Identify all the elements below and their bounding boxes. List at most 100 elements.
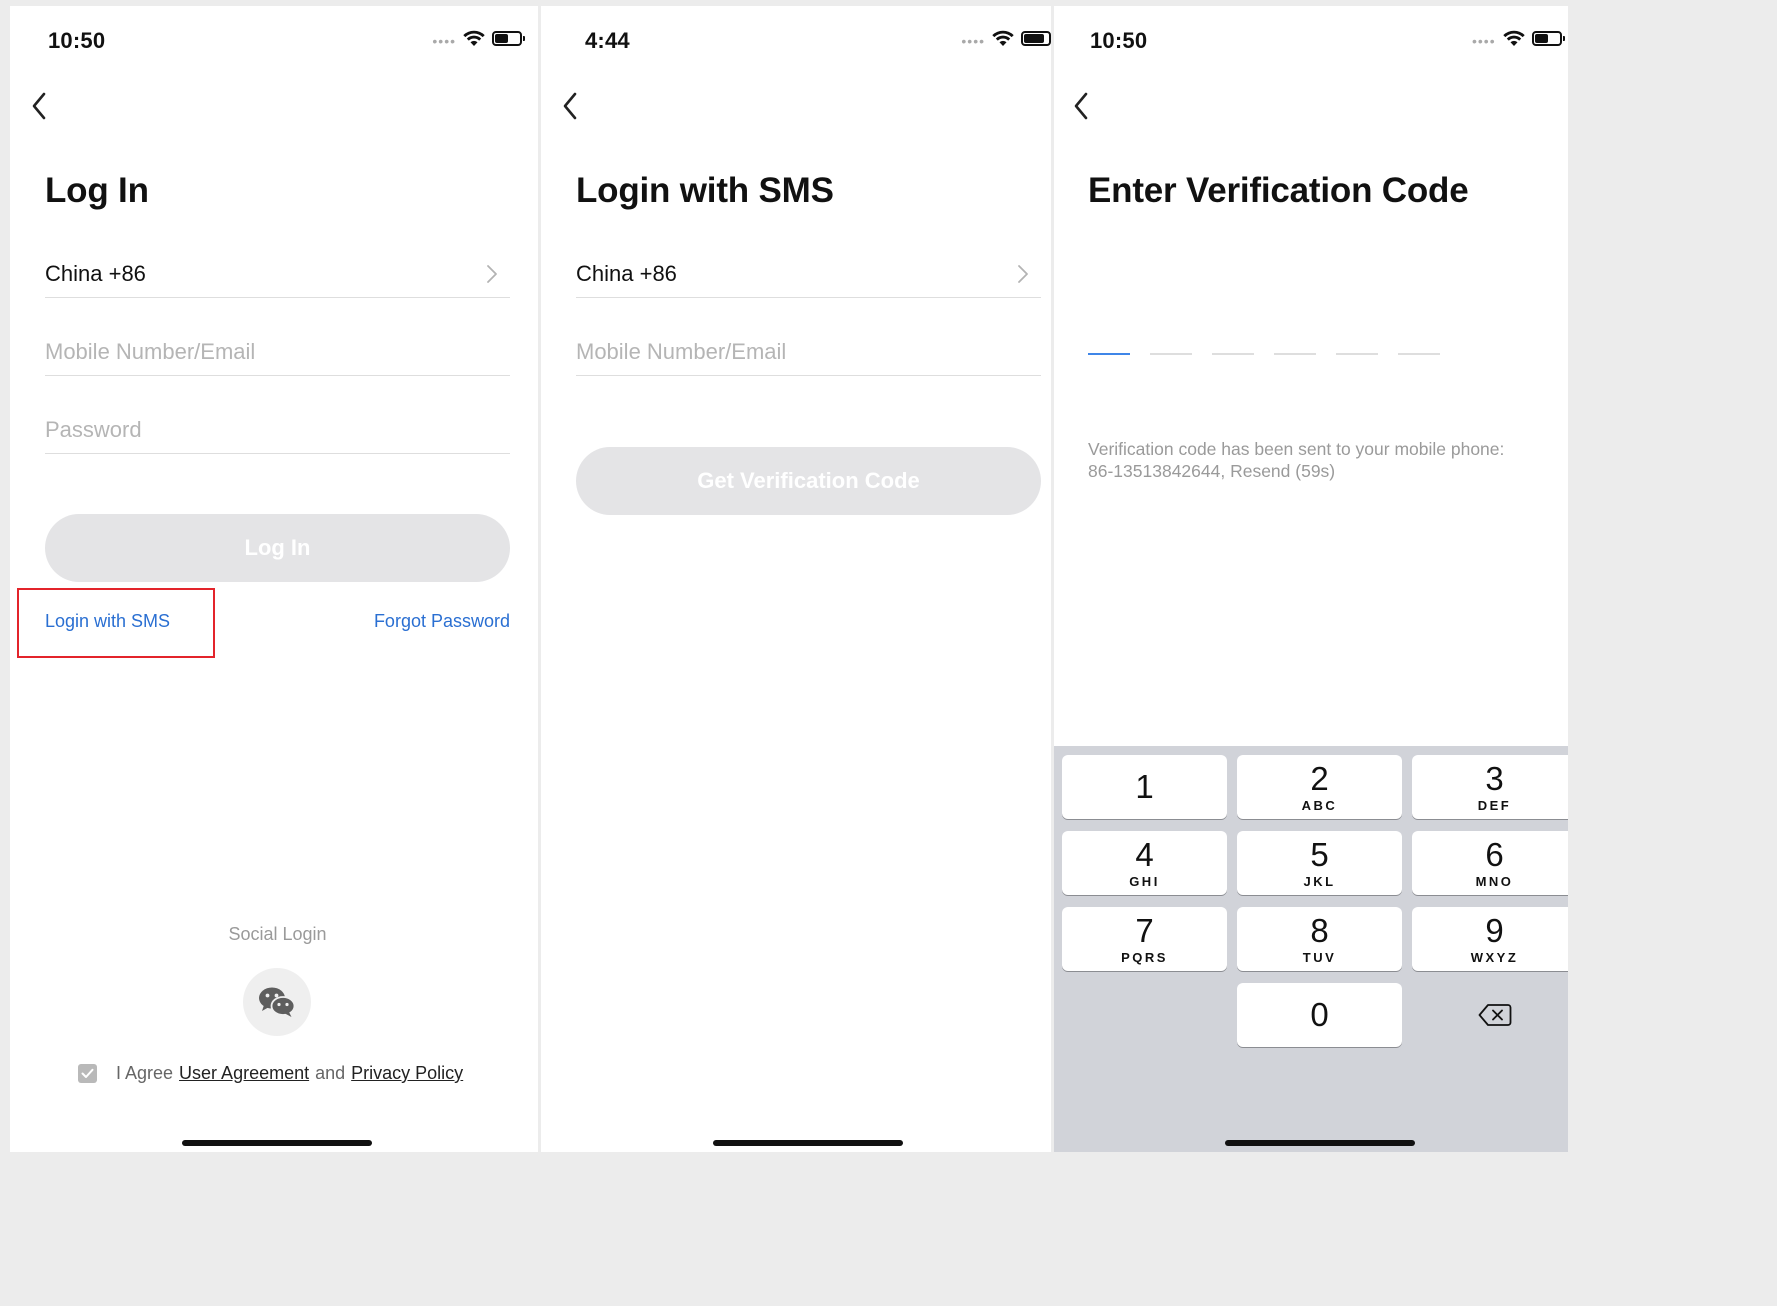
keypad-key-1[interactable]: 1 <box>1062 755 1227 819</box>
backspace-icon <box>1478 1004 1511 1026</box>
key-letters: DEF <box>1477 797 1512 813</box>
key-number: 4 <box>1135 835 1154 873</box>
keypad-key-5[interactable]: 5 JKL <box>1237 831 1402 895</box>
battery-icon <box>492 30 525 46</box>
signal-icon: •••• <box>432 33 456 49</box>
key-letters: MNO <box>1475 873 1514 889</box>
status-bar: 10:50 •••• <box>1054 6 1568 72</box>
key-letters: TUV <box>1302 949 1337 965</box>
verification-message: Verification code has been sent to your … <box>1088 439 1505 481</box>
code-slot[interactable] <box>1274 353 1316 355</box>
status-bar: 10:50 •••• <box>10 6 538 72</box>
back-button[interactable] <box>1066 88 1096 124</box>
chevron-left-icon <box>563 92 577 120</box>
status-icons: •••• <box>1472 28 1565 49</box>
back-button[interactable] <box>24 88 54 124</box>
code-slot[interactable] <box>1088 353 1130 355</box>
home-indicator <box>713 1140 903 1146</box>
login-with-sms-link[interactable]: Login with SMS <box>45 611 170 632</box>
home-indicator <box>1225 1140 1415 1146</box>
page-title: Enter Verification Code <box>1088 171 1469 210</box>
login-button[interactable]: Log In <box>45 514 510 582</box>
battery-fill <box>1534 33 1548 43</box>
keypad-key-7[interactable]: 7 PQRS <box>1062 907 1227 971</box>
login-screen: 10:50 •••• Log In China +86 Log In <box>10 6 538 1152</box>
sms-login-screen: 4:44 •••• Login with SMS China +86 Get V… <box>541 6 1051 1152</box>
status-bar: 4:44 •••• <box>541 6 1051 72</box>
checkmark-icon <box>81 1068 94 1078</box>
code-slot[interactable] <box>1336 353 1378 355</box>
key-number: 8 <box>1310 911 1329 949</box>
wechat-icon <box>259 987 296 1017</box>
keypad-key-8[interactable]: 8 TUV <box>1237 907 1402 971</box>
key-letters: ABC <box>1301 797 1338 813</box>
user-agreement-link[interactable]: User Agreement <box>179 1063 309 1084</box>
keypad-key-3[interactable]: 3 DEF <box>1412 755 1568 819</box>
code-slot[interactable] <box>1150 353 1192 355</box>
key-number: 6 <box>1485 835 1504 873</box>
key-letters: JKL <box>1303 873 1336 889</box>
key-number: 9 <box>1485 911 1504 949</box>
chevron-left-icon <box>32 92 46 120</box>
key-number: 0 <box>1310 996 1329 1033</box>
key-number: 2 <box>1310 759 1329 797</box>
keypad-key-6[interactable]: 6 MNO <box>1412 831 1568 895</box>
keypad-key-2[interactable]: 2 ABC <box>1237 755 1402 819</box>
chevron-right-icon <box>1018 264 1028 283</box>
password-field[interactable] <box>45 406 510 454</box>
get-verification-code-button[interactable]: Get Verification Code <box>576 447 1041 515</box>
country-code-value: China +86 <box>45 260 146 286</box>
chevron-right-icon <box>487 264 497 283</box>
wifi-icon <box>1502 30 1525 46</box>
key-number: 3 <box>1485 759 1504 797</box>
keypad-key-0[interactable]: 0 <box>1237 983 1402 1047</box>
battery-icon <box>1021 30 1051 46</box>
password-input[interactable] <box>45 416 510 443</box>
battery-icon <box>1531 30 1565 46</box>
wifi-icon <box>992 30 1014 46</box>
key-letters: PQRS <box>1121 949 1168 965</box>
chevron-left-icon <box>1074 92 1088 120</box>
key-number: 1 <box>1135 768 1154 805</box>
agree-and: and <box>315 1063 346 1083</box>
privacy-policy-link[interactable]: Privacy Policy <box>351 1063 463 1084</box>
agreement-row: I Agree User Agreement and Privacy Polic… <box>78 1063 463 1084</box>
status-time: 10:50 <box>1090 28 1148 53</box>
status-time: 4:44 <box>585 28 630 53</box>
battery-fill <box>495 33 509 43</box>
home-indicator <box>182 1140 372 1146</box>
page-title: Login with SMS <box>576 171 834 210</box>
key-letters: WXYZ <box>1470 949 1519 965</box>
status-icons: •••• <box>961 28 1051 48</box>
country-selector[interactable]: China +86 <box>45 250 510 298</box>
verification-screen: 10:50 •••• Enter Verification Code Verif… <box>1054 6 1568 1152</box>
country-code-value: China +86 <box>576 260 677 286</box>
key-number: 5 <box>1310 835 1329 873</box>
wechat-login-button[interactable] <box>243 968 311 1036</box>
code-slot[interactable] <box>1398 353 1440 355</box>
delete-key[interactable] <box>1412 983 1568 1047</box>
numeric-keypad: 1 2 ABC 3 DEF 4 GHI 5 JKL 6 MNO 7 PQRS 8 TUV 9 WXYZ 0 <box>1054 746 1568 1152</box>
mobile-email-input[interactable] <box>45 338 510 365</box>
status-icons: •••• <box>432 28 525 49</box>
battery-fill <box>1024 33 1045 43</box>
keypad-key-4[interactable]: 4 GHI <box>1062 831 1227 895</box>
mobile-email-field[interactable] <box>576 328 1041 376</box>
status-time: 10:50 <box>48 28 106 53</box>
mobile-email-field[interactable] <box>45 328 510 376</box>
code-slot[interactable] <box>1212 353 1254 355</box>
forgot-password-link[interactable]: Forgot Password <box>374 611 510 632</box>
back-button[interactable] <box>555 88 585 124</box>
verification-code-input[interactable] <box>1088 353 1440 355</box>
page-title: Log In <box>45 171 149 210</box>
key-number: 7 <box>1135 911 1154 949</box>
mobile-email-input[interactable] <box>576 338 1041 365</box>
agree-prefix: I Agree <box>116 1063 174 1083</box>
signal-icon: •••• <box>1472 33 1496 49</box>
agree-checkbox[interactable] <box>78 1064 97 1083</box>
key-letters: GHI <box>1129 873 1160 889</box>
country-selector[interactable]: China +86 <box>576 250 1041 298</box>
wifi-icon <box>463 30 485 46</box>
signal-icon: •••• <box>961 33 985 49</box>
keypad-key-9[interactable]: 9 WXYZ <box>1412 907 1568 971</box>
